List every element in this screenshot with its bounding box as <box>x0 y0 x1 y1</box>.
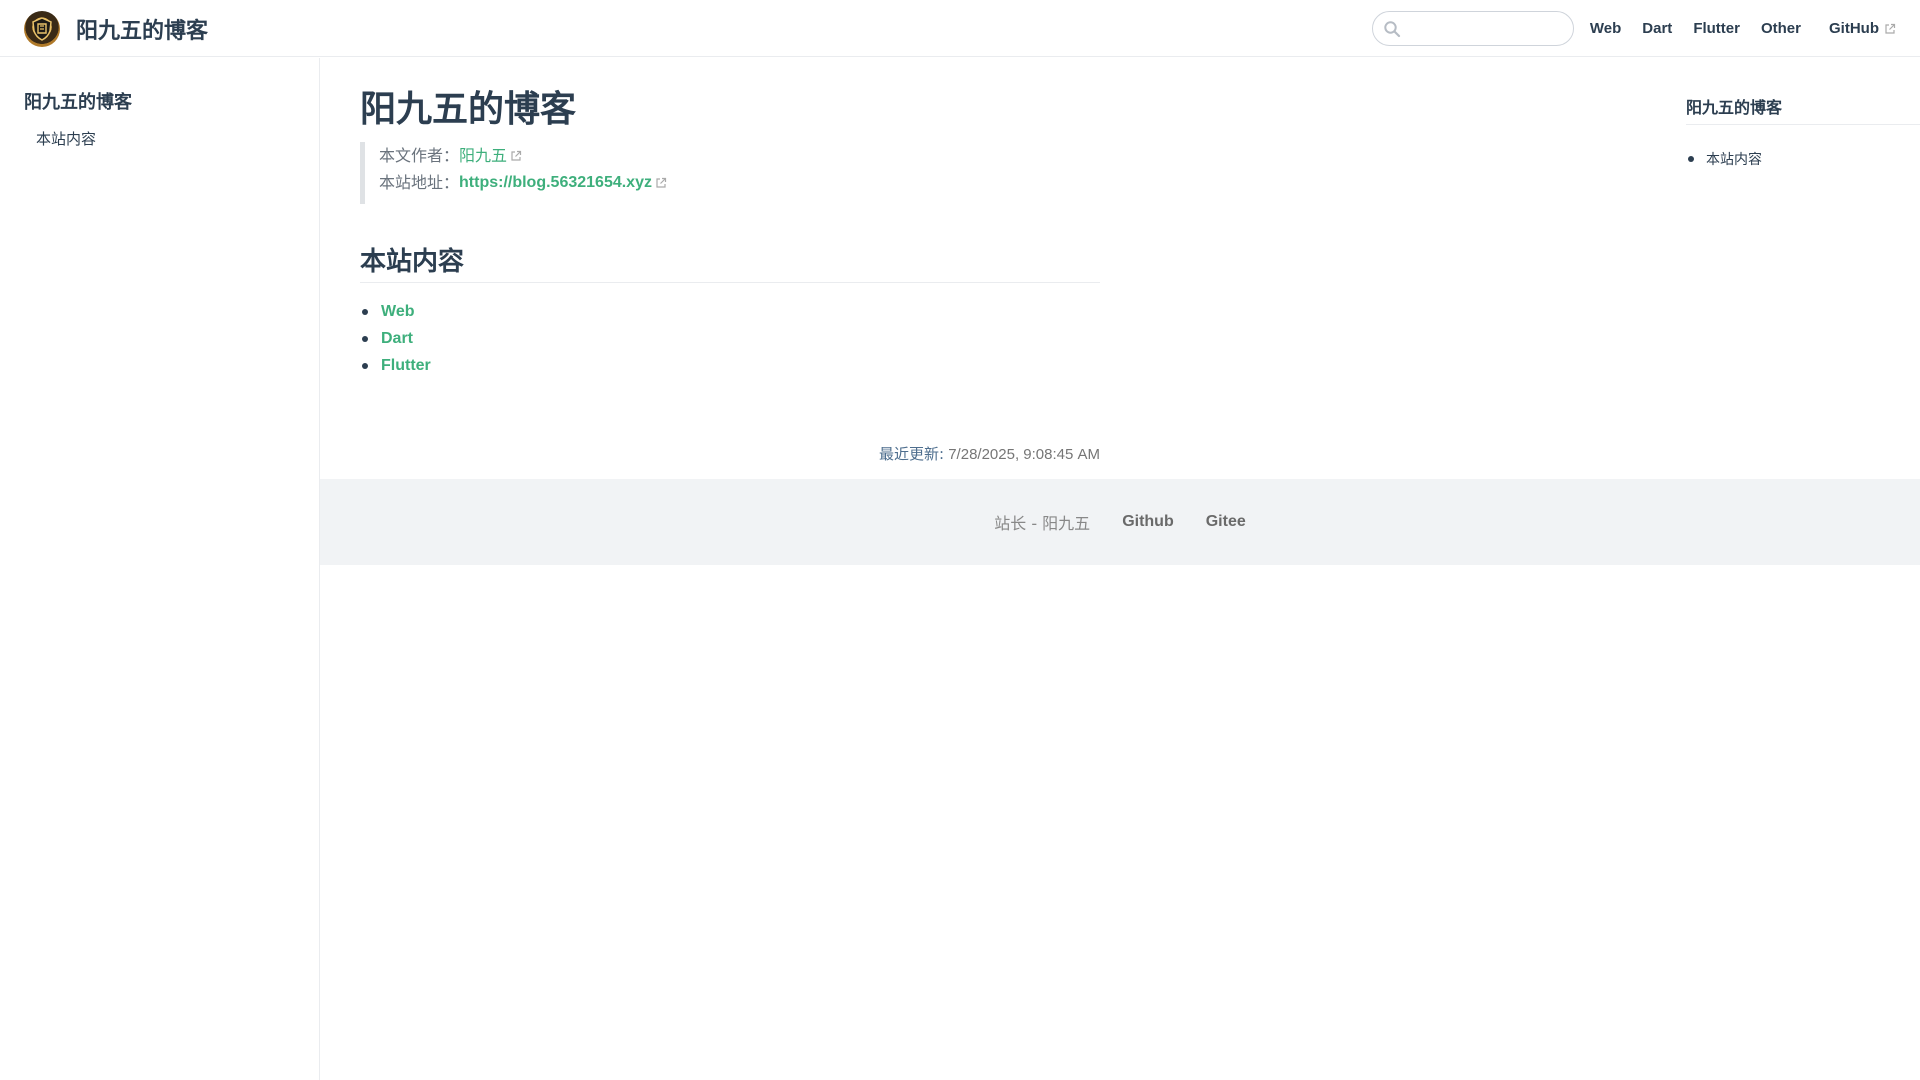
bullet <box>362 335 368 342</box>
sidebar-heading[interactable]: 阳九五的博客 <box>24 88 132 114</box>
page-title: 阳九五的博客 <box>360 89 577 130</box>
bullet <box>362 362 368 369</box>
nav-right: Web Dart Flutter Other GitHub <box>1371 10 1896 47</box>
external-link-icon <box>656 177 667 188</box>
nav-link-web[interactable]: Web <box>1590 20 1621 37</box>
meta-blockquote: 本文作者： 阳九五 本站地址： https://blog.56321654.xy… <box>360 142 1100 204</box>
site-title[interactable]: 阳九五的博客 <box>76 13 208 45</box>
content-link-web[interactable]: Web <box>381 298 414 325</box>
nav-link-github[interactable]: GitHub <box>1829 20 1896 37</box>
author-label: 本文作者： <box>379 146 460 165</box>
bullet <box>362 308 368 315</box>
list-item: Dart <box>360 325 431 352</box>
author-link[interactable]: 阳九五 <box>459 142 522 169</box>
content-link-list: Web Dart Flutter <box>360 298 431 379</box>
sidebar: 阳九五的博客 本站内容 <box>0 58 320 1080</box>
site-url-label: 本站地址： <box>379 173 460 192</box>
content-link-dart[interactable]: Dart <box>381 325 413 352</box>
site-url-link[interactable]: https://blog.56321654.xyz <box>459 169 667 196</box>
author-line: 本文作者： 阳九五 <box>379 142 1100 169</box>
footer-link-github[interactable]: Github <box>1122 513 1174 531</box>
search-box <box>1371 11 1574 46</box>
nav-link-flutter[interactable]: Flutter <box>1693 20 1740 37</box>
last-updated-value: 7/28/2025, 9:08:45 AM <box>948 446 1100 463</box>
toc-title[interactable]: 阳九五的博客 <box>1686 90 1920 125</box>
navbar: 阳九五的博客 Web Dart Flutter Other GitHub <box>0 0 1920 57</box>
external-link-icon <box>1885 23 1896 34</box>
shield-logo-icon <box>24 10 60 47</box>
footer: 站长 - 阳九五 Github Gitee <box>320 479 1920 565</box>
bullet <box>1688 156 1694 162</box>
nav-link-github-label: GitHub <box>1829 20 1879 37</box>
site-url-text: https://blog.56321654.xyz <box>459 174 652 191</box>
toc-item-label: 本站内容 <box>1706 152 1762 168</box>
nav-link-dart[interactable]: Dart <box>1642 20 1672 37</box>
sidebar-item-site-content[interactable]: 本站内容 <box>36 128 96 149</box>
site-url-line: 本站地址： https://blog.56321654.xyz <box>379 169 1100 196</box>
list-item: Web <box>360 298 431 325</box>
toc-item-site-content[interactable]: 本站内容 <box>1686 149 1920 169</box>
footer-owner: 站长 - 阳九五 <box>994 514 1091 533</box>
external-link-icon <box>511 150 522 161</box>
last-updated-label: 最近更新: <box>878 445 945 463</box>
list-item: Flutter <box>360 352 431 379</box>
last-updated: 最近更新: 7/28/2025, 9:08:45 AM <box>879 443 1100 464</box>
search-icon <box>1384 21 1400 38</box>
section-heading: 本站内容 <box>360 241 1100 283</box>
author-name: 阳九五 <box>459 146 508 165</box>
footer-link-gitee[interactable]: Gitee <box>1206 513 1246 531</box>
home-link[interactable]: 阳九五的博客 <box>24 10 208 47</box>
search-input[interactable] <box>1406 16 1562 41</box>
table-of-contents: 阳九五的博客 本站内容 <box>1686 90 1920 169</box>
nav-link-other[interactable]: Other <box>1761 20 1801 37</box>
content-link-flutter[interactable]: Flutter <box>381 352 431 379</box>
